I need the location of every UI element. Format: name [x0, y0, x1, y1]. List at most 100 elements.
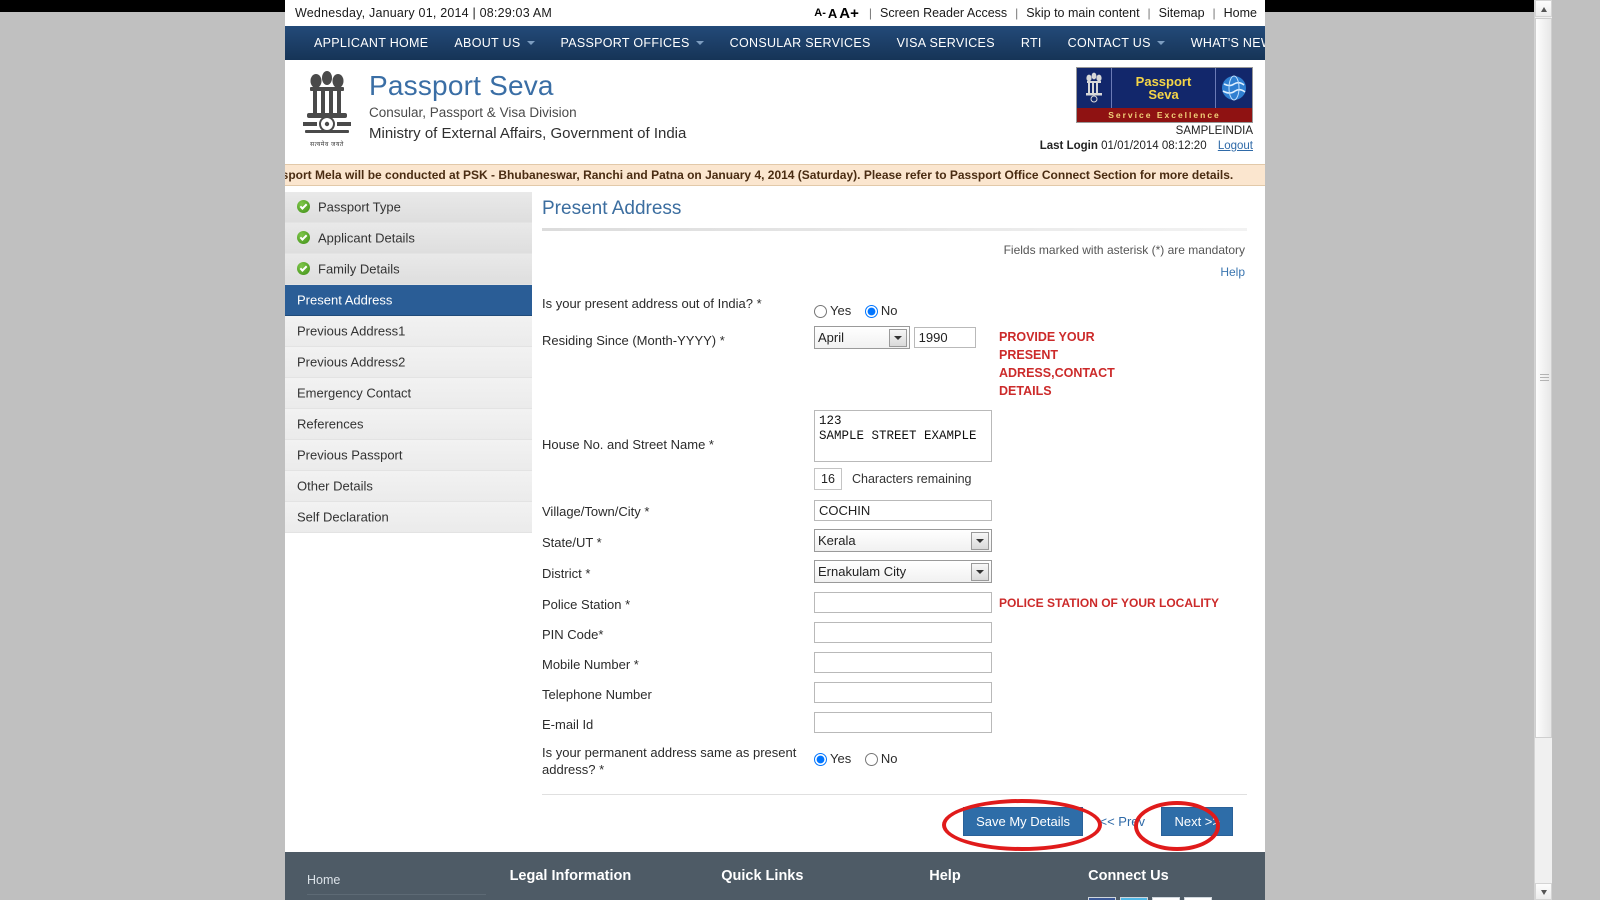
- sidebar-item-passport-type[interactable]: Passport Type: [285, 192, 532, 223]
- page-scrollbar[interactable]: [1534, 0, 1552, 900]
- skip-to-main-content-link[interactable]: Skip to main content: [1026, 6, 1139, 20]
- police-station-input[interactable]: [814, 592, 992, 614]
- home-link[interactable]: Home: [1224, 6, 1257, 20]
- form-row-email: E-mail Id: [542, 703, 1232, 734]
- district-select[interactable]: Ernakulam City: [814, 560, 992, 584]
- state-select[interactable]: Kerala: [814, 529, 992, 553]
- state-select-wrap: Kerala: [814, 529, 992, 553]
- police-station-field: [814, 583, 999, 614]
- email-input[interactable]: [814, 712, 992, 734]
- sidebar-item-label: Emergency Contact: [297, 385, 412, 401]
- footer-link-about-us[interactable]: About Us: [307, 895, 486, 900]
- footer-link-home[interactable]: Home: [307, 868, 486, 896]
- district-label: District *: [542, 566, 591, 582]
- form-row-state: State/UT * Kerala: [542, 521, 1232, 553]
- residing-month-select[interactable]: April: [814, 326, 910, 350]
- permanent-same-field: Yes No: [814, 733, 999, 778]
- nav-label: WHAT'S NEW: [1190, 36, 1265, 50]
- permanent-same-label: Is your permanent address same as presen…: [542, 745, 797, 778]
- characters-remaining-count: 16: [814, 468, 842, 491]
- footer-col-help: Help Feedback: [917, 868, 1076, 900]
- check-circle-icon: [297, 231, 310, 245]
- police-station-annotation-cell: POLICE STATION OF YOUR LOCALITY: [999, 583, 1232, 613]
- font-normal-button[interactable]: A: [828, 6, 837, 21]
- house-street-textarea[interactable]: 123 SAMPLE STREET EXAMPLE: [814, 410, 992, 463]
- sidebar-item-label: Self Declaration: [297, 509, 389, 525]
- form-row-residing-since: Residing Since (Month-YYYY) * April 1990…: [542, 318, 1232, 400]
- nav-rti[interactable]: RTI: [1008, 26, 1055, 60]
- font-decrease-button[interactable]: A-: [814, 7, 826, 19]
- sidebar-item-label: Present Address: [297, 292, 393, 308]
- footer-heading-legal: Legal Information: [509, 868, 632, 885]
- email-field: [814, 703, 999, 734]
- help-link[interactable]: Help: [1220, 265, 1245, 279]
- logout-link[interactable]: Logout: [1218, 140, 1253, 152]
- permanent-same-no-option[interactable]: No: [864, 751, 898, 767]
- brand-block: Passport Seva Consular, Passport & Visa …: [369, 70, 686, 145]
- scrollbar-grip-icon: [1540, 374, 1549, 382]
- sidebar-item-references[interactable]: References: [285, 409, 532, 440]
- out-of-india-no-radio[interactable]: [864, 305, 878, 319]
- sidebar-item-other-details[interactable]: Other Details: [285, 471, 532, 502]
- last-login-label: Last Login: [1039, 140, 1098, 152]
- radio-label: No: [880, 751, 898, 767]
- sidebar-item-previous-address2[interactable]: Previous Address2: [285, 347, 532, 378]
- right-black-strip: [1265, 0, 1552, 12]
- nav-contact-us[interactable]: CONTACT US: [1055, 26, 1178, 60]
- out-of-india-no-option[interactable]: No: [864, 303, 897, 319]
- site-subtitle-1: Consular, Passport & Visa Division: [369, 105, 577, 120]
- badge-title: Passport Seva: [1112, 68, 1216, 108]
- sidebar-item-family-details[interactable]: Family Details: [285, 254, 532, 285]
- footer-columns: Home About Us Passport Offices Consular …: [285, 868, 1265, 900]
- sidebar-item-previous-passport[interactable]: Previous Passport: [285, 440, 532, 471]
- sidebar-item-self-declaration[interactable]: Self Declaration: [285, 502, 532, 533]
- mobile-input[interactable]: [814, 652, 992, 674]
- sidebar-item-present-address[interactable]: Present Address: [285, 285, 532, 316]
- sitemap-link[interactable]: Sitemap: [1159, 6, 1205, 20]
- scroll-down-arrow[interactable]: [1535, 883, 1552, 900]
- nav-label: ABOUT US: [454, 36, 521, 50]
- mobile-field: [814, 643, 999, 674]
- site-footer: Home About Us Passport Offices Consular …: [285, 852, 1265, 900]
- nav-label: CONSULAR SERVICES: [729, 36, 871, 50]
- nav-label: RTI: [1020, 36, 1042, 50]
- sidebar-item-previous-address1[interactable]: Previous Address1: [285, 316, 532, 347]
- nav-applicant-home[interactable]: APPLICANT HOME: [301, 26, 441, 60]
- sidebar-item-label: Applicant Details: [318, 230, 415, 246]
- village-input[interactable]: [814, 500, 992, 522]
- footer-heading-quick-links: Quick Links: [721, 868, 804, 885]
- out-of-india-yes-option[interactable]: Yes: [814, 303, 851, 319]
- form-row-house-street: House No. and Street Name * 123 SAMPLE S…: [542, 400, 1232, 491]
- house-street-label: House No. and Street Name *: [542, 437, 714, 453]
- sidebar-item-emergency-contact[interactable]: Emergency Contact: [285, 378, 532, 409]
- mandatory-note: Fields marked with asterisk (*) are mand…: [1003, 243, 1245, 257]
- email-label: E-mail Id: [542, 717, 594, 733]
- content-area: Passport Type Applicant Details Family D…: [285, 186, 1265, 852]
- nav-passport-offices[interactable]: PASSPORT OFFICES: [548, 26, 717, 60]
- residing-year-input[interactable]: [913, 327, 976, 349]
- permanent-same-no-radio[interactable]: [864, 753, 878, 767]
- out-of-india-yes-radio[interactable]: [814, 305, 827, 319]
- save-my-details-button[interactable]: Save My Details: [963, 807, 1084, 837]
- screen-reader-access-link[interactable]: Screen Reader Access: [880, 6, 1007, 20]
- permanent-same-yes-option[interactable]: Yes: [814, 751, 851, 767]
- next-button[interactable]: Next >>: [1161, 807, 1233, 837]
- nav-consular-services[interactable]: CONSULAR SERVICES: [717, 26, 884, 60]
- permanent-same-yes-radio[interactable]: [814, 753, 827, 767]
- scrollbar-thumb[interactable]: [1535, 18, 1552, 738]
- nav-whats-new[interactable]: WHAT'S NEW: [1178, 26, 1265, 60]
- residing-month-wrap: April: [814, 326, 910, 350]
- font-increase-button[interactable]: A+: [839, 5, 859, 22]
- nav-about-us[interactable]: ABOUT US: [441, 26, 547, 60]
- browser-viewport: Wednesday, January 01, 2014 | 08:29:03 A…: [0, 0, 1552, 900]
- pin-code-input[interactable]: [814, 622, 992, 644]
- mobile-label: Mobile Number *: [542, 657, 639, 673]
- nav-visa-services[interactable]: VISA SERVICES: [884, 26, 1008, 60]
- sidebar-item-applicant-details[interactable]: Applicant Details: [285, 223, 532, 254]
- telephone-input[interactable]: [814, 682, 992, 704]
- village-field: [814, 490, 999, 522]
- last-login-row: Last Login 01/01/2014 08:12:20 Logout: [1040, 140, 1253, 152]
- scroll-up-arrow[interactable]: [1535, 0, 1552, 17]
- prev-button[interactable]: << Prev: [1093, 808, 1151, 835]
- telephone-field: [814, 673, 999, 704]
